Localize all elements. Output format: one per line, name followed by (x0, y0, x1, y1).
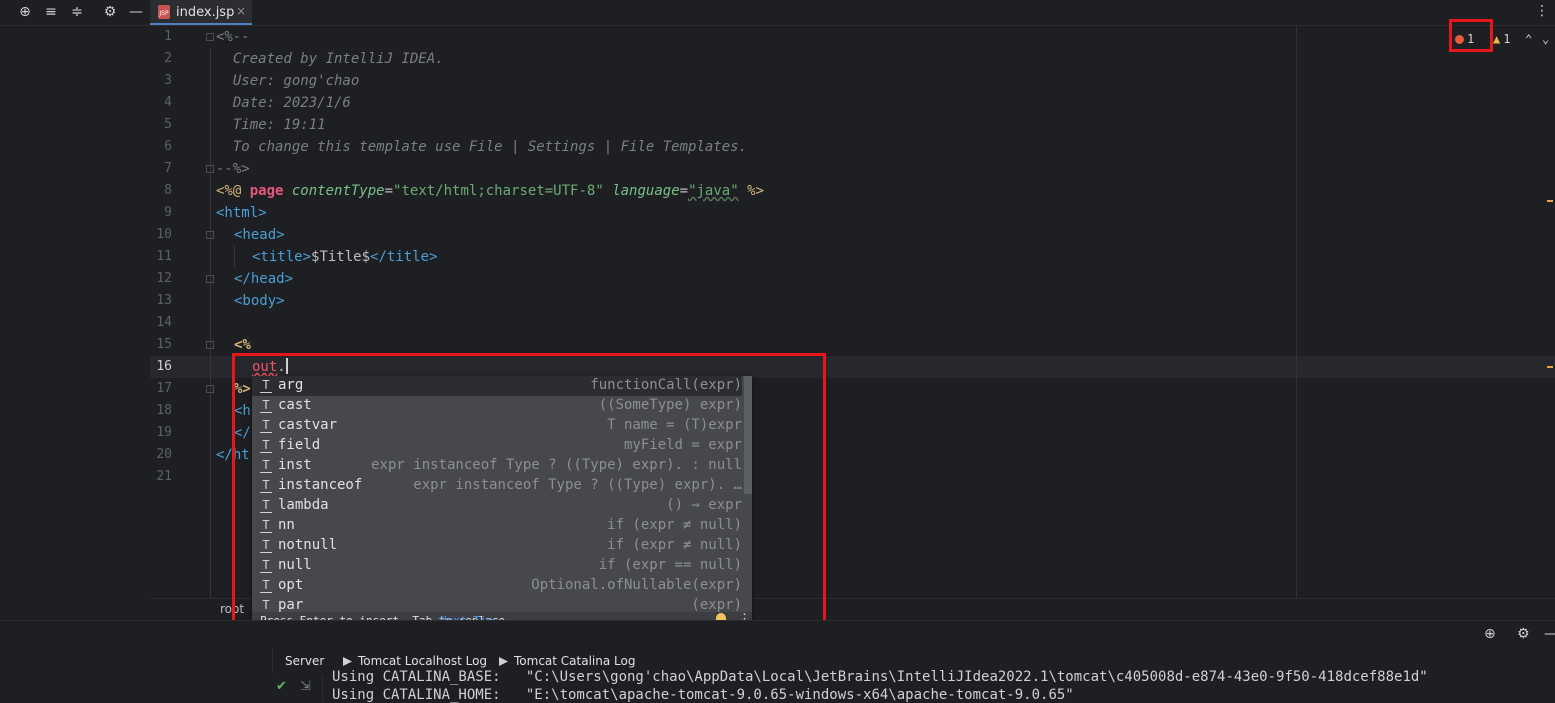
line-number[interactable]: 13 (150, 293, 172, 308)
collapse-all-icon[interactable]: ≑ (69, 4, 85, 20)
tab-server[interactable]: Server (285, 654, 324, 668)
console-side-toolbar: ✔ ⇲ (272, 676, 323, 702)
line-number[interactable]: 2 (150, 51, 172, 66)
directive-close: %> (738, 183, 764, 199)
console-line: Using CATALINA_BASE: "C:\Users\gong'chao… (332, 669, 1428, 685)
indent-guide (234, 246, 235, 268)
code-line-13: <body> (234, 293, 285, 309)
attr-contenttype: contentType (291, 183, 385, 199)
fold-marker[interactable] (206, 165, 214, 173)
gear-icon[interactable]: ⚙ (1517, 626, 1530, 642)
tab-label: index.jsp (176, 5, 235, 20)
line-number[interactable]: 3 (150, 73, 172, 88)
line-number[interactable]: 12 (150, 271, 172, 286)
tab-tomcat-catalina-log[interactable]: Tomcat Catalina Log (499, 654, 635, 668)
gear-icon[interactable]: ⚙ (102, 4, 118, 20)
line-number[interactable]: 9 (150, 205, 172, 220)
title-text: $Title$ (311, 249, 371, 265)
minimize-icon[interactable]: — (128, 4, 144, 20)
line-number[interactable]: 4 (150, 95, 172, 110)
more-options-icon[interactable]: ⋮ (1535, 3, 1549, 19)
warning-icon: ▲ (1493, 32, 1501, 46)
fold-marker[interactable] (206, 341, 214, 349)
fold-marker[interactable] (206, 385, 214, 393)
minimize-icon[interactable]: — (1544, 626, 1555, 642)
jsp-file-icon: JSP (158, 5, 170, 19)
line-number[interactable]: 1 (150, 29, 172, 44)
code-line-6: To change this template use File | Setti… (216, 139, 748, 155)
tab-tomcat-localhost-log[interactable]: Tomcat Localhost Log (343, 654, 487, 668)
expand-all-icon[interactable]: ≡ (43, 4, 59, 20)
line-number[interactable]: 20 (150, 447, 172, 462)
equals: = (679, 183, 689, 199)
line-number[interactable]: 5 (150, 117, 172, 132)
line-number[interactable]: 18 (150, 403, 172, 418)
scrollbar-error-mark (1547, 366, 1553, 368)
warning-count[interactable]: ▲ 1 (1493, 32, 1510, 46)
line-number[interactable]: 17 (150, 381, 172, 396)
line-number[interactable]: 11 (150, 249, 172, 264)
top-toolbar: ⊕ ≡ ≑ ⚙ — JSP index.jsp × ⋮ (0, 0, 1555, 26)
log-icon (499, 657, 508, 666)
line-number[interactable]: 14 (150, 315, 172, 330)
attr-value-contenttype: "text/html;charset=UTF-8" (393, 183, 604, 199)
code-line-10: <head> (234, 227, 285, 243)
previous-highlight-icon[interactable]: ⌃ (1525, 32, 1532, 46)
fold-marker[interactable] (206, 231, 214, 239)
code-line-7: --%> (216, 161, 250, 177)
code-line-5: Time: 19:11 (216, 117, 326, 133)
code-line-2: Created by IntelliJ IDEA. (216, 51, 444, 67)
line-number-gutter: 1 2 3 4 5 6 7 8 9 10 11 12 13 14 15 16 17 18 19 20 21 (150, 26, 214, 598)
code-line-12: </head> (234, 271, 294, 287)
attr-value-language: "java" (688, 183, 739, 199)
line-number[interactable]: 16 (150, 359, 172, 374)
code-line-9: <html> (216, 205, 267, 221)
attr-language: language (612, 183, 680, 199)
line-number[interactable]: 10 (150, 227, 172, 242)
line-number[interactable]: 7 (150, 161, 172, 176)
line-number[interactable]: 21 (150, 469, 172, 484)
fold-marker[interactable] (206, 33, 214, 41)
scrollbar-warning-mark (1547, 200, 1553, 202)
deploy-icon[interactable]: ⇲ (300, 679, 311, 694)
code-line-11: <title>$Title$</title> (252, 246, 437, 268)
directive-open: <%@ (216, 183, 250, 199)
page-keyword: page (249, 183, 284, 199)
project-panel (0, 26, 151, 620)
log-icon (343, 657, 352, 666)
highlight-box-error-count (1449, 19, 1493, 52)
close-icon[interactable]: × (236, 4, 246, 18)
title-close-tag: </title> (370, 249, 438, 265)
code-line-1: <%-- (216, 29, 250, 45)
locate-icon[interactable]: ⊕ (17, 4, 33, 20)
code-line-8: <%@ page contentType="text/html;charset=… (216, 180, 764, 202)
next-highlight-icon[interactable]: ⌄ (1542, 32, 1549, 46)
equals: = (384, 183, 394, 199)
indent-guide (210, 48, 211, 598)
locate-icon[interactable]: ⊕ (1484, 626, 1496, 642)
line-number[interactable]: 15 (150, 337, 172, 352)
code-line-4: Date: 2023/1/6 (216, 95, 351, 111)
code-line-3: User: gong'chao (216, 73, 360, 89)
tab-index-jsp[interactable]: JSP index.jsp × (150, 0, 252, 25)
title-open-tag: <title> (252, 249, 312, 265)
line-number[interactable]: 8 (150, 183, 172, 198)
line-number[interactable]: 19 (150, 425, 172, 440)
check-icon[interactable]: ✔ (276, 679, 287, 694)
right-margin-guide (1296, 26, 1297, 598)
highlight-box-completion (232, 353, 826, 639)
line-number[interactable]: 6 (150, 139, 172, 154)
fold-marker[interactable] (206, 275, 214, 283)
services-panel: ⊕ ⚙ — Server Tomcat Localhost Log Tomcat… (0, 620, 1555, 703)
